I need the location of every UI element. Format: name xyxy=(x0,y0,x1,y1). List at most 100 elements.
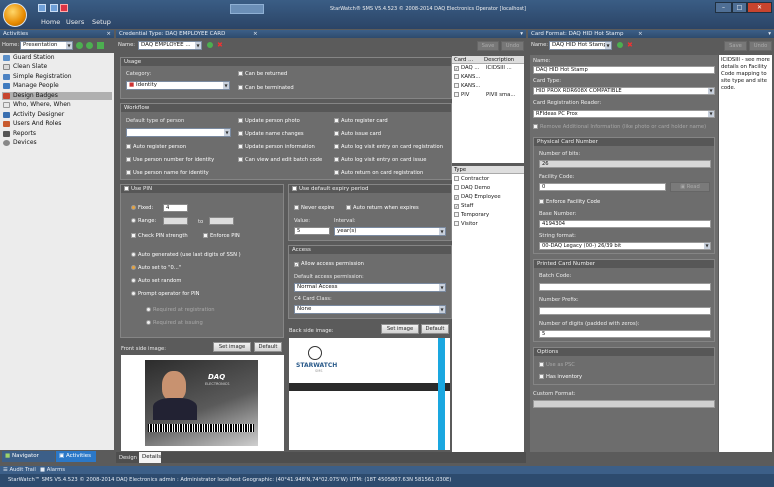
enforce-facility-checkbox[interactable]: Enforce Facility Code xyxy=(539,199,600,205)
description-column-header[interactable]: Description xyxy=(484,57,514,63)
number-prefix-input[interactable] xyxy=(539,307,711,315)
c4-select[interactable]: None ▼ xyxy=(294,305,446,314)
audit-trail-tab[interactable]: ☰ Audit Trail xyxy=(3,466,36,474)
range-from-input[interactable] xyxy=(163,217,188,225)
nav-item-design-badges[interactable]: Design Badges xyxy=(2,91,112,100)
auto-set-random-radio[interactable]: Auto set random xyxy=(131,278,181,284)
type-column-header[interactable]: Type xyxy=(454,167,466,173)
use-pin-header[interactable]: Use PIN xyxy=(121,185,283,193)
card-type-select[interactable]: HID PROX RDR608X COMPATIBLE ▼ xyxy=(533,87,715,95)
card-row[interactable]: PIV xyxy=(454,92,469,98)
auto-register-card-checkbox[interactable]: Auto register card xyxy=(334,118,388,124)
format-name-select[interactable]: DAQ HID Hot Stamp ▼ xyxy=(549,41,612,50)
quick-access-close-icon[interactable] xyxy=(60,4,68,12)
expiry-value-input[interactable]: 5 xyxy=(294,227,330,235)
refresh-icon[interactable] xyxy=(86,42,93,49)
auto-log-registration-checkbox[interactable]: Auto log visit entry on card registratio… xyxy=(334,144,443,150)
save-button[interactable]: Save xyxy=(477,41,499,51)
type-row[interactable]: Visitor xyxy=(454,221,478,227)
alarms-tab[interactable]: ■ Alarms xyxy=(40,466,65,474)
use-person-name-checkbox[interactable]: Use person name for identity xyxy=(126,170,209,176)
custom-format-input[interactable] xyxy=(533,400,715,408)
string-format-select[interactable]: 00-DAQ Legacy (00-) 26/39 bit ▼ xyxy=(539,242,711,250)
card-column-header[interactable]: Card ... xyxy=(454,57,473,63)
add-icon[interactable] xyxy=(76,42,83,49)
required-registration-radio[interactable]: Required at registration xyxy=(146,307,215,313)
delete-credential-icon[interactable]: ✖ xyxy=(217,41,223,49)
auto-generated-radio[interactable]: Auto generated (use last digits of SSN ) xyxy=(131,252,241,258)
nav-item-who-where-when[interactable]: Who, Where, When xyxy=(2,101,112,110)
nav-item-users-and-roles[interactable]: Users And Roles xyxy=(2,120,112,129)
card-row[interactable]: ✓ DAQ ... xyxy=(454,65,479,71)
format-save-button[interactable]: Save xyxy=(724,41,747,51)
batch-code-input[interactable] xyxy=(539,283,711,291)
tab-activities[interactable]: ▣ Activities xyxy=(56,451,96,462)
update-photo-checkbox[interactable]: Update person photo xyxy=(238,118,300,124)
tab-navigator[interactable]: ■ Navigator xyxy=(2,451,55,462)
range-radio[interactable]: Range: xyxy=(131,218,156,224)
type-row[interactable]: DAQ Demo xyxy=(454,185,490,191)
reader-select[interactable]: RFIdeas PC Prox ▼ xyxy=(533,110,715,118)
auto-register-person-checkbox[interactable]: Auto register person xyxy=(126,144,186,150)
digits-input[interactable]: 5 xyxy=(539,330,711,338)
credential-type-tab[interactable]: Credential Type: DAQ EMPLOYEE CARD × ▾ xyxy=(116,30,526,38)
base-number-input[interactable]: 4194304 xyxy=(539,220,711,228)
use-as-psc-checkbox[interactable]: Use as PSC xyxy=(539,362,575,368)
tab-design[interactable]: Design xyxy=(119,455,137,461)
tab-details[interactable]: Details xyxy=(139,452,161,463)
card-row[interactable]: KANS... xyxy=(454,74,480,80)
delete-format-icon[interactable]: ✖ xyxy=(627,41,633,49)
menu-home[interactable]: Home xyxy=(41,18,60,26)
default-permission-select[interactable]: Normal Access ▼ xyxy=(294,283,446,292)
front-default-button[interactable]: Default xyxy=(254,342,282,352)
allow-access-checkbox[interactable]: ✓ Allow access permission xyxy=(294,261,364,267)
auto-set-zero-radio[interactable]: Auto set to "0..." xyxy=(131,265,181,271)
auto-issue-card-checkbox[interactable]: Auto issue card xyxy=(334,131,381,137)
home-select[interactable]: Presentation ▼ xyxy=(20,41,73,50)
update-name-checkbox[interactable]: Update name changes xyxy=(238,131,304,137)
can-be-terminated-checkbox[interactable]: Can be terminated xyxy=(238,85,294,91)
quick-access-refresh-icon[interactable] xyxy=(50,4,58,12)
add-credential-icon[interactable] xyxy=(207,42,213,48)
nav-item-activity-designer[interactable]: Activity Designer xyxy=(2,111,112,120)
check-pin-strength-checkbox[interactable]: Check PIN strength xyxy=(131,233,188,239)
menu-users[interactable]: Users xyxy=(66,18,84,26)
credential-name-select[interactable]: DAQ EMPLOYEE ... ▼ xyxy=(138,41,202,50)
enforce-pin-checkbox[interactable]: Enforce PIN xyxy=(203,233,240,239)
auto-return-checkbox[interactable]: Auto return on card registration xyxy=(334,170,423,176)
fixed-pin-length-input[interactable]: 4 xyxy=(163,204,188,212)
add-format-icon[interactable] xyxy=(617,42,623,48)
default-type-select[interactable]: ▼ xyxy=(126,128,231,137)
minimize-button[interactable]: – xyxy=(715,2,732,13)
type-row[interactable]: Contractor xyxy=(454,176,489,182)
format-name-input[interactable]: DAQ HID Hot Stamp xyxy=(533,66,715,74)
type-row[interactable]: Temporary xyxy=(454,212,489,218)
facility-input[interactable]: 0 xyxy=(539,183,666,191)
auto-return-expires-checkbox[interactable]: Auto return when expires xyxy=(346,205,419,211)
nav-item-devices[interactable]: Devices xyxy=(2,139,112,148)
view-batch-code-checkbox[interactable]: Can view and edit batch code xyxy=(238,157,322,163)
type-row[interactable]: ✓ Staff xyxy=(454,203,473,209)
front-set-image-button[interactable]: Set image xyxy=(213,342,251,352)
prompt-operator-radio[interactable]: Prompt operator for PIN xyxy=(131,291,200,297)
remove-info-checkbox[interactable]: Remove Additional Information (like phot… xyxy=(533,124,706,130)
nav-item-simple-registration[interactable]: Simple Registration xyxy=(2,73,112,82)
menu-setup[interactable]: Setup xyxy=(92,18,111,26)
close-window-button[interactable]: ✕ xyxy=(747,2,772,13)
back-default-button[interactable]: Default xyxy=(421,324,449,334)
can-be-returned-checkbox[interactable]: Can be returned xyxy=(238,71,287,77)
nav-item-guard-station[interactable]: Guard Station xyxy=(2,54,112,63)
maximize-button[interactable]: □ xyxy=(732,2,747,13)
use-person-number-checkbox[interactable]: Use person number for identity xyxy=(126,157,214,163)
type-row[interactable]: ✓ DAQ Employee xyxy=(454,194,501,200)
required-issuing-radio[interactable]: Required at issuing xyxy=(146,320,203,326)
update-info-checkbox[interactable]: Update person information xyxy=(238,144,315,150)
never-expire-checkbox[interactable]: Never expire xyxy=(294,205,334,211)
card-row[interactable]: KANS... xyxy=(454,83,480,89)
category-select[interactable]: ■ Identity ▼ xyxy=(126,81,230,90)
format-undo-button[interactable]: Undo xyxy=(749,41,772,51)
auto-log-issue-checkbox[interactable]: Auto log visit entry on card issue xyxy=(334,157,426,163)
read-button[interactable]: ▣ Read xyxy=(670,182,710,192)
nav-item-manage-people[interactable]: Manage People xyxy=(2,82,112,91)
bits-input[interactable]: 26 xyxy=(539,160,711,168)
